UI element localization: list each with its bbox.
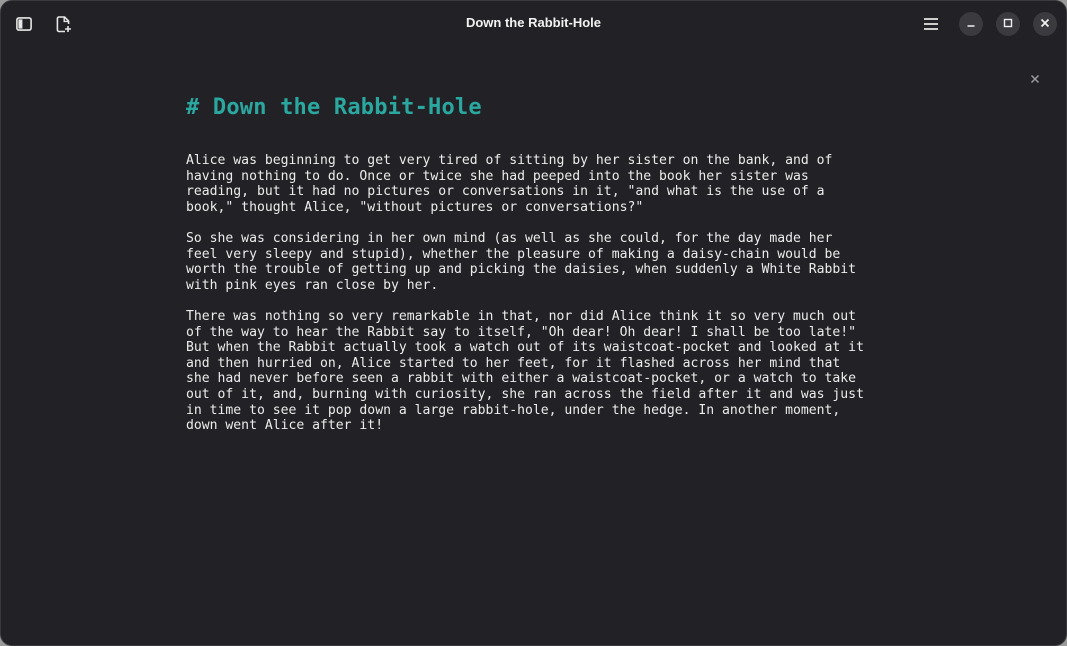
paragraph: So she was considering in her own mind (… [186, 230, 857, 293]
new-document-icon [56, 15, 72, 33]
minimize-icon [966, 15, 976, 33]
paragraph: Alice was beginning to get very tired of… [186, 153, 833, 215]
main-menu-button[interactable] [917, 10, 945, 38]
hamburger-menu-icon [923, 17, 939, 31]
minimize-button[interactable] [959, 12, 983, 36]
maximize-button[interactable] [996, 12, 1020, 36]
close-document-button[interactable] [1025, 70, 1045, 90]
close-window-button[interactable] [1033, 12, 1057, 36]
close-icon [1040, 15, 1050, 33]
sidebar-toggle-button[interactable] [10, 10, 38, 38]
sidebar-toggle-icon [16, 17, 32, 31]
markdown-editor[interactable]: # Down the Rabbit-Hole Alice was beginni… [186, 89, 886, 449]
window-title: Down the Rabbit-Hole [465, 15, 602, 30]
paragraph: There was nothing so very remarkable in … [186, 308, 864, 434]
document-heading: # Down the Rabbit-Hole [186, 95, 482, 120]
maximize-icon [1003, 15, 1013, 33]
close-icon [1030, 71, 1040, 89]
app-window: Down the Rabbit-Hole # Down the Rabbit-H… [0, 0, 1067, 646]
new-document-button[interactable] [50, 10, 78, 38]
titlebar: Down the Rabbit-Hole [1, 1, 1066, 47]
document-body: Alice was beginning to get very tired of… [186, 153, 886, 434]
